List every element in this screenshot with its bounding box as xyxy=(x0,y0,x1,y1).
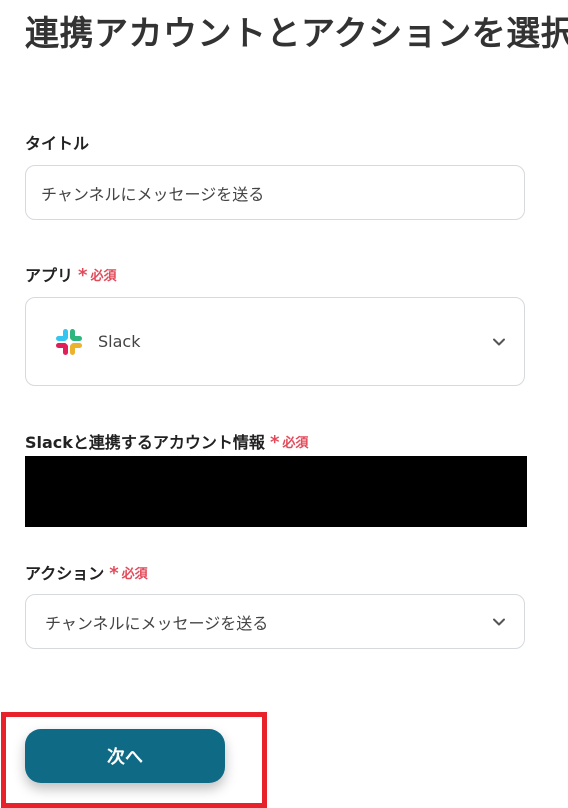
slack-logo-icon xyxy=(56,328,82,355)
account-select-redacted[interactable] xyxy=(25,456,527,527)
title-field-label: タイトル xyxy=(25,130,89,154)
app-select-value: Slack xyxy=(98,332,141,351)
app-field-label: アプリ * 必須 xyxy=(25,262,116,286)
action-field-label: アクション * 必須 xyxy=(25,560,148,584)
chevron-down-icon xyxy=(493,338,505,345)
action-select[interactable]: チャンネルにメッセージを送る xyxy=(25,594,525,649)
chevron-down-icon xyxy=(493,618,505,625)
account-field-label: Slackと連携するアカウント情報 * 必須 xyxy=(25,429,308,453)
account-required-badge: 必須 xyxy=(282,435,309,451)
title-input[interactable]: チャンネルにメッセージを送る xyxy=(25,165,525,220)
action-label-text: アクション xyxy=(25,564,105,583)
account-required-asterisk: * xyxy=(269,432,280,453)
app-required-badge: 必須 xyxy=(90,268,117,284)
action-required-asterisk: * xyxy=(109,563,119,584)
title-input-value: チャンネルにメッセージを送る xyxy=(41,184,265,204)
app-select[interactable]: Slack xyxy=(25,297,525,386)
app-label-text: アプリ xyxy=(25,266,74,285)
action-required-badge: 必須 xyxy=(121,566,148,582)
page-title: 連携アカウントとアクションを選択 xyxy=(25,14,568,54)
next-button[interactable]: 次へ xyxy=(25,729,225,783)
app-required-asterisk: * xyxy=(78,265,88,286)
action-select-value: チャンネルにメッセージを送る xyxy=(45,613,269,633)
title-label-text: タイトル xyxy=(25,134,90,153)
account-label-text: Slackと連携するアカウント情報 xyxy=(25,433,265,452)
